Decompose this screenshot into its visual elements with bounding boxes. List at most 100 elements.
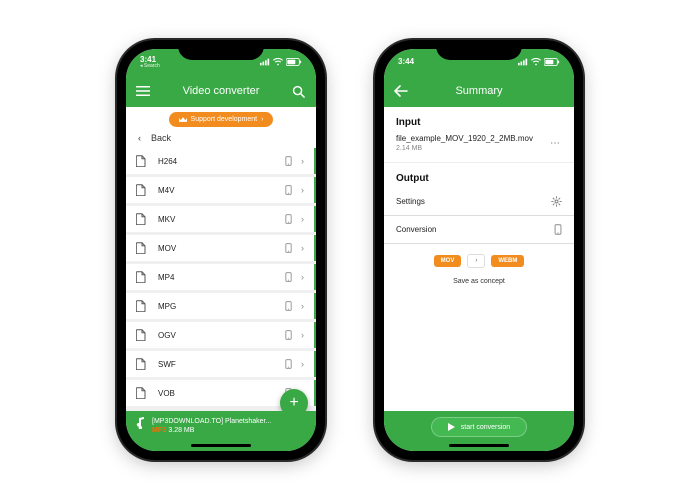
device-icon — [285, 185, 295, 195]
screen-converter: 3:41 ◂ Search Video converter — [126, 49, 316, 451]
chevron-right-icon: › — [301, 301, 304, 311]
app-bar: Video converter — [126, 75, 316, 107]
file-icon — [136, 300, 148, 312]
plus-icon: + — [289, 394, 298, 412]
format-list: H264›M4V›MKV›MOV›MP4›MPG›OGV›SWF›VOB› — [126, 148, 316, 411]
format-row[interactable]: MP4› — [126, 264, 316, 290]
chevron-left-icon: ‹ — [138, 133, 141, 143]
music-note-icon — [136, 417, 146, 429]
home-indicator — [191, 444, 251, 447]
device-icon — [285, 330, 295, 340]
conversion-label: Conversion — [396, 225, 436, 234]
notch — [436, 40, 522, 60]
signal-icon — [260, 58, 270, 66]
more-options-icon[interactable]: ⋯ — [548, 138, 562, 149]
accent-edge — [314, 177, 316, 203]
format-row[interactable]: H264 › — [126, 148, 316, 174]
save-as-concept-button[interactable]: Save as concept — [384, 274, 574, 289]
accent-edge — [314, 322, 316, 348]
menu-icon[interactable] — [136, 85, 150, 97]
section-output-title: Output — [384, 163, 574, 188]
app-title: Summary — [408, 85, 550, 97]
device-icon — [285, 156, 295, 166]
status-icons — [260, 58, 302, 66]
format-label: M4V — [158, 186, 285, 195]
phone-summary: 3:44 Summary Input — [375, 40, 583, 460]
format-row[interactable]: MOV › — [126, 235, 316, 261]
support-label: Support development — [191, 116, 258, 123]
signal-icon — [518, 58, 528, 66]
file-icon — [136, 387, 148, 399]
format-label: MKV — [158, 215, 285, 224]
back-label: Back — [151, 133, 171, 143]
file-icon — [136, 155, 148, 167]
back-button[interactable]: ‹ Back — [126, 130, 316, 148]
device-icon — [285, 243, 295, 253]
accent-edge — [314, 148, 316, 174]
home-indicator — [449, 444, 509, 447]
chip-target-format: WEBM — [491, 255, 524, 267]
section-input-title: Input — [384, 107, 574, 132]
format-label: MOV — [158, 244, 285, 253]
format-row[interactable]: SWF › — [126, 351, 316, 377]
support-development-button[interactable]: Support development › — [169, 112, 274, 127]
file-icon — [136, 358, 148, 370]
accent-edge — [314, 235, 316, 261]
file-icon — [136, 271, 148, 283]
bottom-action-bar: start conversion — [384, 411, 574, 451]
search-icon[interactable] — [292, 85, 306, 98]
accent-edge — [314, 293, 316, 319]
status-icons — [518, 58, 560, 66]
accent-edge — [314, 206, 316, 232]
accent-edge — [314, 380, 316, 406]
input-file-row[interactable]: file_example_MOV_1920_2_2MB.mov 2.14 MB … — [384, 132, 574, 163]
file-icon — [136, 242, 148, 254]
battery-icon — [544, 58, 560, 66]
notch — [178, 40, 264, 60]
conversion-chips: MOV › WEBM — [384, 244, 574, 274]
chevron-right-icon: › — [301, 359, 304, 369]
chevron-right-icon: › — [301, 185, 304, 195]
crown-icon — [179, 116, 187, 123]
start-conversion-label: start conversion — [461, 424, 510, 431]
format-row[interactable]: MKV› — [126, 206, 316, 232]
format-row[interactable]: OGV› — [126, 322, 316, 348]
chevron-right-icon: › — [301, 156, 304, 166]
format-label: SWF — [158, 360, 285, 369]
device-icon — [285, 272, 295, 282]
format-row[interactable]: M4V › — [126, 177, 316, 203]
device-icon — [285, 301, 295, 311]
bottom-status-bar[interactable]: [MP3DOWNLOAD.TO] Planetshaker... MP3 3.2… — [126, 411, 316, 451]
chevron-right-icon: › — [467, 254, 485, 268]
file-icon — [136, 329, 148, 341]
screen-summary: 3:44 Summary Input — [384, 49, 574, 451]
settings-label: Settings — [396, 197, 425, 206]
play-icon — [448, 423, 455, 431]
gear-icon — [551, 196, 562, 207]
chevron-right-icon: › — [301, 243, 304, 253]
format-row[interactable]: MPG › — [126, 293, 316, 319]
start-conversion-button[interactable]: start conversion — [431, 417, 527, 437]
accent-edge — [314, 351, 316, 377]
wifi-icon — [273, 58, 283, 66]
format-label: MPG — [158, 302, 285, 311]
app-title: Video converter — [150, 85, 292, 97]
bottom-size: 3.28 MB — [168, 427, 194, 434]
input-filesize: 2.14 MB — [396, 145, 548, 152]
settings-row[interactable]: Settings — [384, 188, 574, 216]
conversion-row[interactable]: Conversion — [384, 216, 574, 244]
status-time: 3:44 — [398, 58, 414, 66]
format-label: H264 — [158, 157, 285, 166]
format-label: MP4 — [158, 273, 285, 282]
file-icon — [136, 184, 148, 196]
app-bar: Summary — [384, 75, 574, 107]
bottom-filename: [MP3DOWNLOAD.TO] Planetshaker... — [152, 417, 271, 426]
chevron-right-icon: › — [261, 116, 263, 123]
device-icon — [285, 214, 295, 224]
device-icon — [554, 224, 562, 235]
battery-icon — [286, 58, 302, 66]
spacer — [384, 289, 574, 411]
wifi-icon — [531, 58, 541, 66]
back-arrow-icon[interactable] — [394, 85, 408, 97]
input-filename: file_example_MOV_1920_2_2MB.mov — [396, 134, 548, 143]
